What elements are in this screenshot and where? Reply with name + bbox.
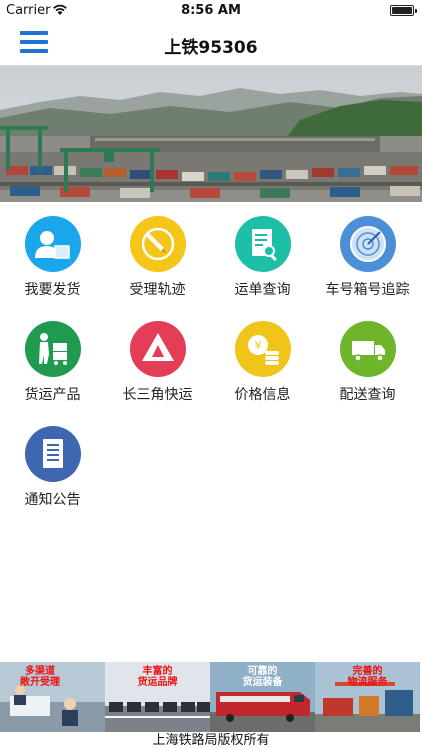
grid-item-label: 货运产品 [24,387,81,403]
promo-ad-line2: 货运装备 [242,677,283,688]
grid-item-price-info[interactable]: ¥ 价格信息 [210,317,315,413]
grid-item-label: 长三角快运 [122,387,193,403]
promo-ad-line1: 多渠道 [25,666,55,677]
promo-ad-line2: 敞开受理 [20,677,60,688]
promo-banner-strip: 多渠道 敞开受理 丰富的 货运品牌 可靠的 货运装备 完善的 物流服务 [0,662,422,732]
promo-ad-line2: 物流服务 [347,677,388,688]
clock: 8:56 AM [181,3,241,18]
radar-icon [339,216,396,272]
promo-ad-4[interactable]: 完善的 物流服务 [315,662,420,732]
grid-item-waybill-query[interactable]: 运单查询 [210,212,315,308]
truck-icon [339,321,396,377]
pen-circle-icon [129,216,186,272]
porter-cart-icon [24,321,81,377]
grid-item-label: 车号箱号追踪 [325,282,410,298]
copyright-footer: 上海铁路局版权所有 [0,732,422,750]
promo-ad-1[interactable]: 多渠道 敞开受理 [0,662,105,732]
page-title: 上铁95306 [164,38,258,58]
battery-icon [390,5,417,16]
grid-item-label: 价格信息 [234,387,291,403]
promo-ad-line1: 可靠的 [247,666,278,677]
promo-ad-2[interactable]: 丰富的 货运品牌 [105,662,210,732]
grid-item-label: 我要发货 [24,282,81,298]
promo-ad-line2: 货运品牌 [137,677,178,688]
svg-text:¥: ¥ [254,339,261,352]
notice-document-icon [24,426,81,482]
promo-ad-3[interactable]: 可靠的 货运装备 [210,662,315,732]
coins-icon: ¥ [234,321,291,377]
grid-item-label: 运单查询 [234,282,291,298]
document-search-icon [234,216,291,272]
grid-item-yangtze-delta-express[interactable]: 长三角快运 [105,317,210,413]
promo-ad-line1: 丰富的 [142,666,173,677]
person-box-icon [24,216,81,272]
grid-item-label: 受理轨迹 [129,282,186,298]
triangle-logo-icon [129,321,186,377]
grid-item-label: 配送查询 [339,387,396,403]
freight-yard-illustration [0,66,422,202]
promo-ad-line1: 完善的 [352,666,383,677]
grid-item-acceptance-track[interactable]: 受理轨迹 [105,212,210,308]
navigation-bar: 上铁95306 [0,22,422,66]
grid-item-delivery-query[interactable]: 配送查询 [315,317,420,413]
grid-item-ship-goods[interactable]: 我要发货 [0,212,105,308]
grid-item-freight-products[interactable]: 货运产品 [0,317,105,413]
banner-image[interactable] [0,66,422,202]
grid-item-notices[interactable]: 通知公告 [0,422,105,518]
status-bar: Carrier 8:56 AM [0,0,422,22]
grid-item-car-container-tracking[interactable]: 车号箱号追踪 [315,212,420,308]
grid-item-label: 通知公告 [24,492,81,508]
